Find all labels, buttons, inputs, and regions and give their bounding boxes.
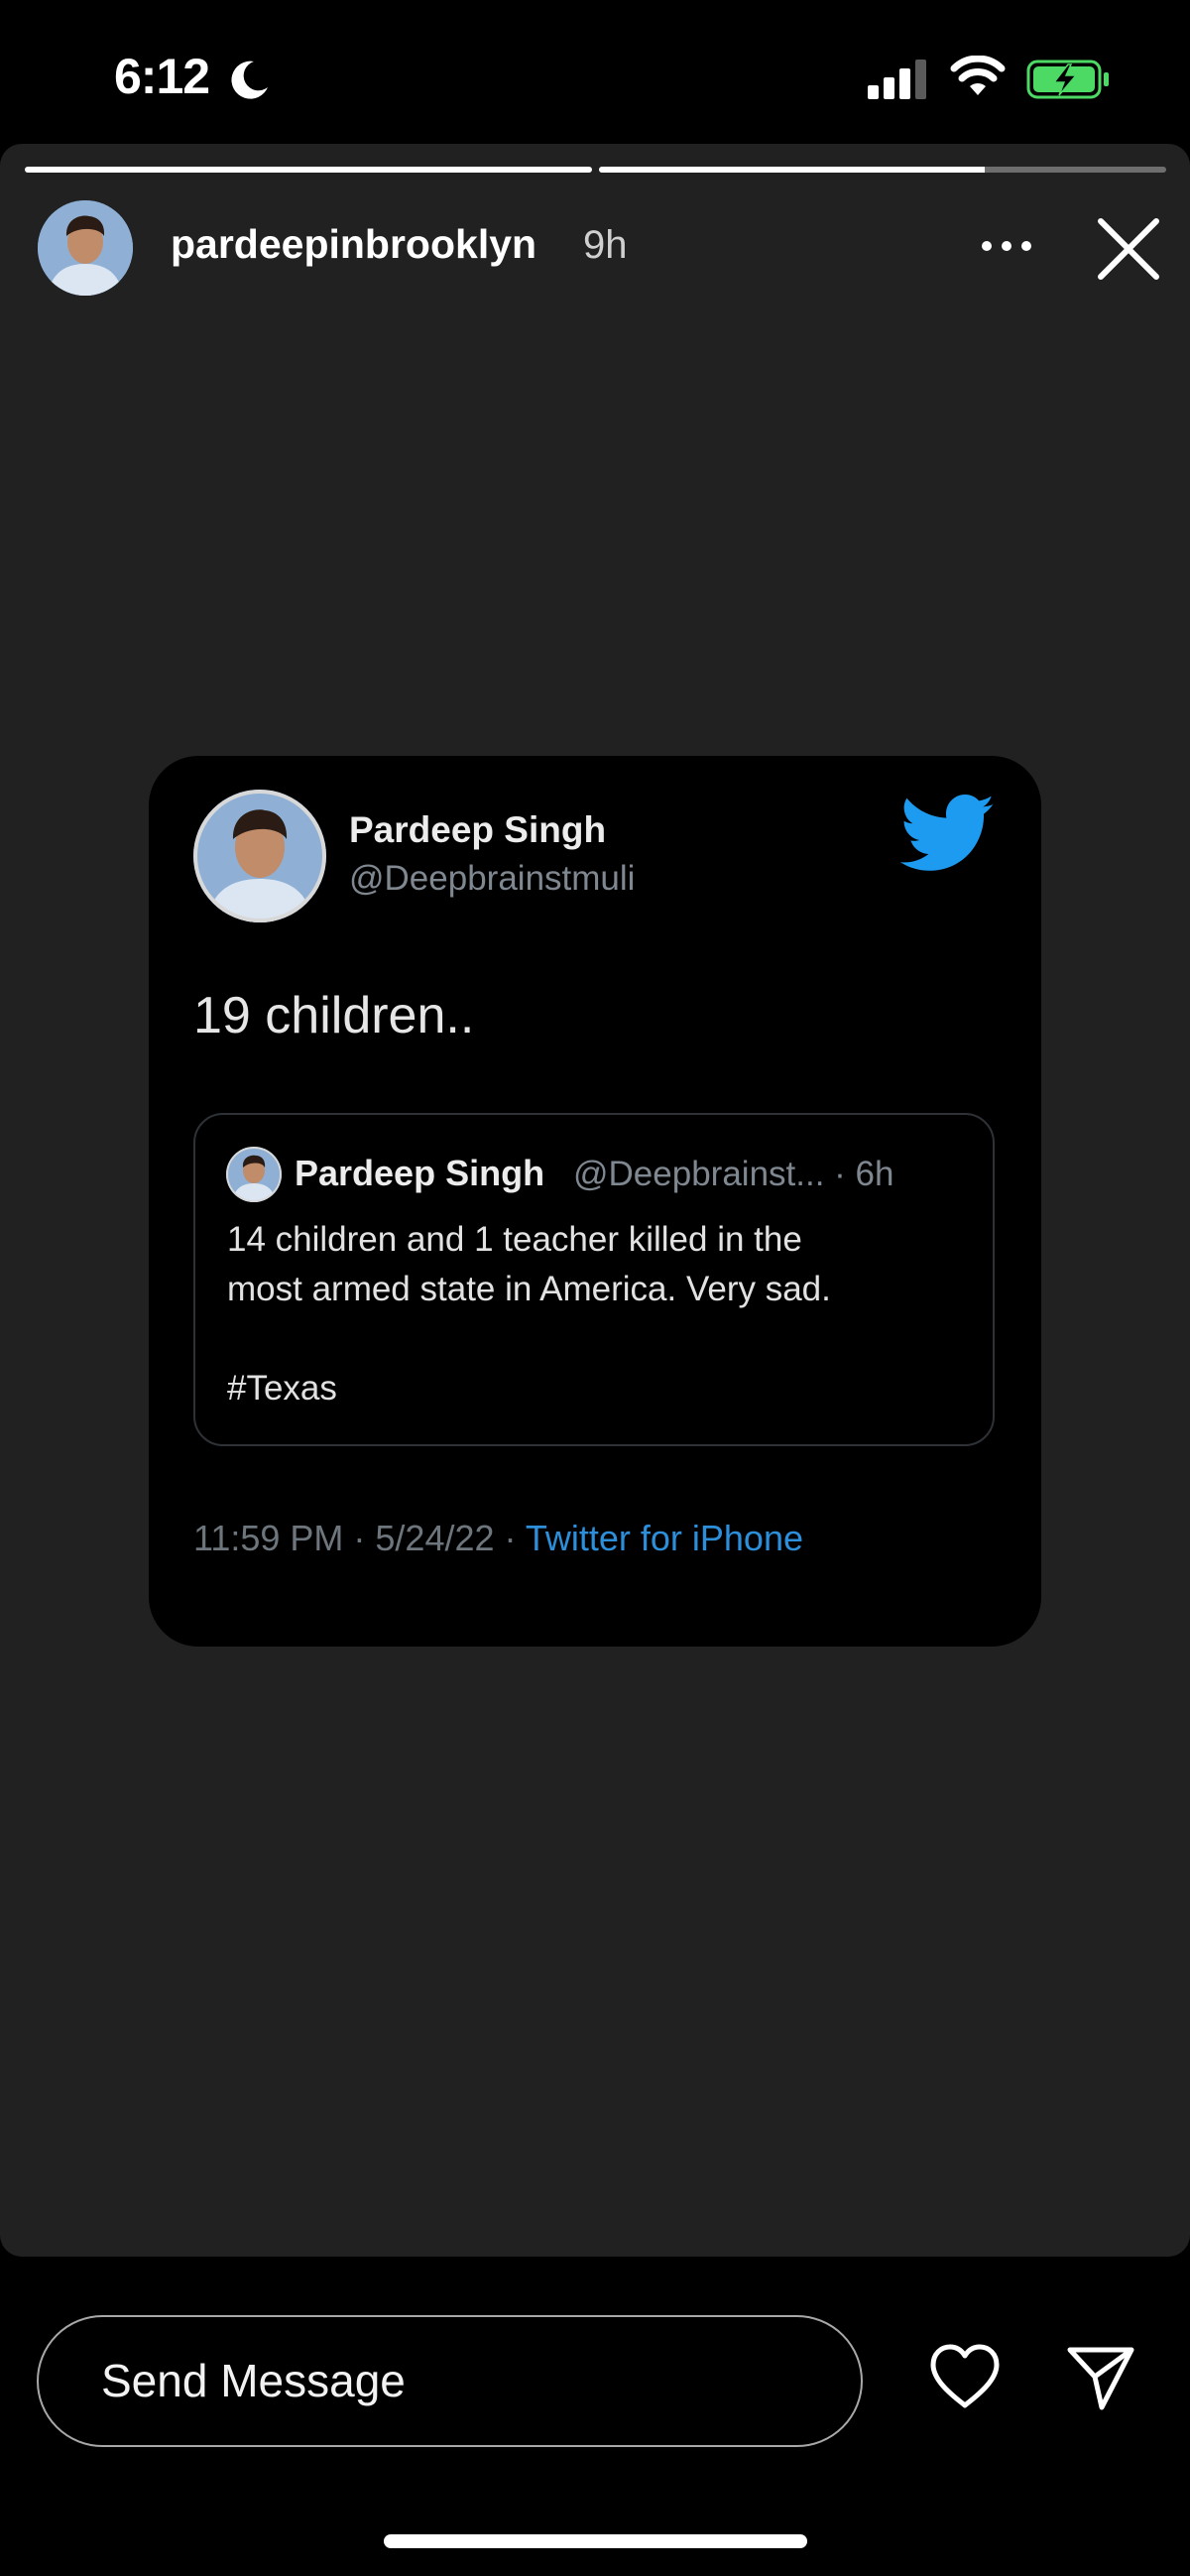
wifi-icon xyxy=(950,56,1006,95)
tweet-meta: 11:59 PM · 5/24/22 · Twitter for iPhone xyxy=(193,1518,803,1559)
close-icon[interactable] xyxy=(1096,216,1161,282)
tweet-source-link[interactable]: Twitter for iPhone xyxy=(526,1518,803,1558)
home-indicator xyxy=(384,2534,807,2548)
tweet-timestamp: 11:59 PM · 5/24/22 · xyxy=(193,1518,526,1558)
story-time-ago: 9h xyxy=(583,223,628,267)
story-avatar[interactable] xyxy=(38,200,133,296)
tweet-text: 19 children.. xyxy=(193,987,475,1044)
send-icon[interactable] xyxy=(1066,2344,1135,2411)
quoted-handle-time: @Deepbrainst... · 6h xyxy=(573,1155,894,1193)
more-options-icon[interactable] xyxy=(977,226,1036,266)
twitter-bird-icon xyxy=(900,795,995,871)
cellular-signal-icon xyxy=(868,60,926,99)
story-username[interactable]: pardeepinbrooklyn xyxy=(171,221,536,268)
quoted-text-line-2: most armed state in America. Very sad. xyxy=(227,1270,831,1308)
tweet-avatar xyxy=(193,790,326,922)
story-progress-bar-1 xyxy=(25,167,592,173)
battery-charging-icon xyxy=(1026,60,1109,99)
story-progress-bar-2 xyxy=(599,167,1166,173)
quoted-author-name: Pardeep Singh xyxy=(295,1153,545,1193)
send-message-placeholder: Send Message xyxy=(101,2355,406,2406)
status-time: 6:12 xyxy=(114,49,210,104)
moon-icon xyxy=(231,61,268,99)
quoted-text-line-1: 14 children and 1 teacher killed in the xyxy=(227,1220,802,1259)
quoted-hashtag[interactable]: #Texas xyxy=(227,1369,337,1409)
heart-icon[interactable] xyxy=(928,2343,1002,2410)
tweet-author-handle: @Deepbrainstmuli xyxy=(349,859,636,898)
tweet-author-name: Pardeep Singh xyxy=(349,809,607,850)
quoted-tweet-avatar xyxy=(226,1147,282,1202)
